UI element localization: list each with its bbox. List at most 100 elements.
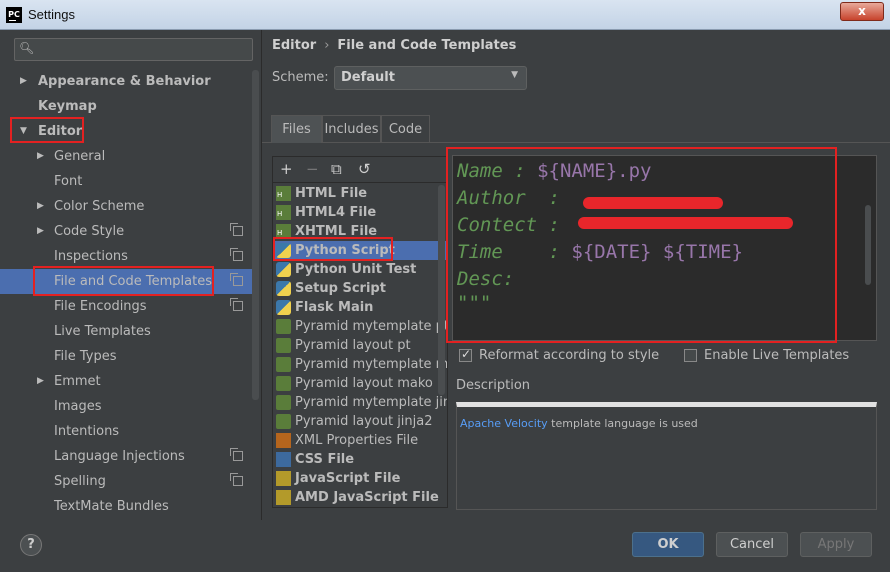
template-name: Pyramid mytemplate mako: [295, 357, 447, 372]
xml-file-icon: [276, 433, 291, 448]
template-list-item[interactable]: Pyramid layout pt: [273, 336, 447, 355]
templates-toolbar: + − ⧉ ↺: [273, 157, 447, 183]
project-scope-icon: [230, 223, 243, 236]
chevron-right-icon[interactable]: ▶: [20, 69, 27, 94]
breadcrumb-parent: Editor: [272, 38, 317, 53]
template-list-item[interactable]: JavaScript File: [273, 469, 447, 488]
sidebar-item-emmet[interactable]: ▶ Emmet: [0, 369, 258, 394]
window-title: Settings: [28, 7, 75, 22]
template-name: HTML4 File: [295, 205, 377, 220]
python-file-icon: [276, 262, 291, 277]
sidebar-item-label: General: [54, 149, 106, 164]
cancel-button[interactable]: Cancel: [716, 532, 788, 557]
pyramid-file-icon: [276, 414, 291, 429]
description-box: Apache Velocity template language is use…: [456, 402, 877, 510]
description-text: Apache Velocity template language is use…: [460, 417, 698, 430]
pyramid-file-icon: [276, 357, 291, 372]
sidebar-item-label: Code Style: [54, 224, 125, 239]
remove-icon[interactable]: −: [306, 160, 319, 178]
project-scope-icon: [230, 248, 243, 261]
sidebar-item-label: Spelling: [54, 474, 106, 489]
description-label: Description: [456, 378, 531, 393]
template-list-item[interactable]: AMD JavaScript File: [273, 488, 447, 507]
sidebar-item-general[interactable]: ▶ General: [0, 144, 258, 169]
search-icon: 🔍︎: [19, 41, 35, 55]
chevron-right-icon[interactable]: ▶: [37, 219, 44, 244]
template-name: Setup Script: [295, 281, 386, 296]
reformat-checkbox[interactable]: ✓: [459, 347, 472, 362]
template-name: AMD JavaScript File: [295, 490, 439, 505]
sidebar-item-spelling[interactable]: Spelling: [0, 469, 258, 494]
project-scope-icon: [230, 473, 243, 486]
template-list-item[interactable]: HTML File: [273, 184, 447, 203]
sidebar-item-file-types[interactable]: File Types: [0, 344, 258, 369]
template-list-item[interactable]: Python Unit Test: [273, 260, 447, 279]
ok-button[interactable]: OK: [632, 532, 704, 557]
templates-list-scrollbar[interactable]: [438, 185, 445, 395]
tab-code[interactable]: Code: [381, 115, 430, 143]
template-name: Pyramid layout mako: [295, 376, 433, 391]
tab-files[interactable]: Files: [271, 115, 322, 143]
breadcrumb-current: File and Code Templates: [337, 38, 517, 53]
sidebar-item-label: Keymap: [38, 99, 97, 114]
template-list-item[interactable]: CSS File: [273, 450, 447, 469]
template-name: Pyramid layout pt: [295, 338, 411, 353]
search-input[interactable]: 🔍︎: [14, 38, 253, 61]
html-file-icon: [276, 205, 291, 222]
templates-list-panel: + − ⧉ ↺ HTML FileHTML4 FileXHTML FilePyt…: [272, 156, 448, 508]
pyramid-file-icon: [276, 319, 291, 334]
template-list-item[interactable]: HTML4 File: [273, 203, 447, 222]
sidebar-item-textmate-bundles[interactable]: TextMate Bundles: [0, 494, 258, 519]
velocity-link[interactable]: Apache Velocity: [460, 417, 548, 430]
highlight-box: [33, 266, 214, 296]
live-templates-checkbox[interactable]: [684, 349, 697, 362]
reset-icon[interactable]: ↺: [358, 160, 371, 178]
help-button[interactable]: ?: [20, 534, 42, 556]
tab-includes[interactable]: Includes: [322, 115, 381, 143]
sidebar-item-images[interactable]: Images: [0, 394, 258, 419]
add-icon[interactable]: +: [280, 160, 293, 178]
close-button[interactable]: x: [840, 2, 884, 21]
sidebar-item-label: Appearance & Behavior: [38, 74, 211, 89]
template-list-item[interactable]: Pyramid mytemplate pt: [273, 317, 447, 336]
css-file-icon: [276, 452, 291, 467]
template-list-item[interactable]: Pyramid layout mako: [273, 374, 447, 393]
highlight-box: [273, 237, 393, 261]
project-scope-icon: [230, 448, 243, 461]
editor-scrollbar[interactable]: [865, 205, 871, 285]
template-list-item[interactable]: Pyramid mytemplate jinja2: [273, 393, 447, 412]
template-list-item[interactable]: Setup Script: [273, 279, 447, 298]
template-list-item[interactable]: Pyramid layout jinja2: [273, 412, 447, 431]
sidebar-item-label: TextMate Bundles: [54, 499, 169, 514]
sidebar-item-label: Images: [54, 399, 102, 414]
sidebar-item-file-encodings[interactable]: File Encodings: [0, 294, 258, 319]
chevron-right-icon[interactable]: ▶: [37, 369, 44, 394]
sidebar-item-code-style[interactable]: ▶ Code Style: [0, 219, 258, 244]
template-name: HTML File: [295, 186, 368, 201]
sidebar-item-live-templates[interactable]: Live Templates: [0, 319, 258, 344]
chevron-right-icon[interactable]: ▶: [37, 144, 44, 169]
sidebar-item-color-scheme[interactable]: ▶ Color Scheme: [0, 194, 258, 219]
sidebar-item-label: Language Injections: [54, 449, 185, 464]
sidebar-item-language-injections[interactable]: Language Injections: [0, 444, 258, 469]
sidebar-item-font[interactable]: Font: [0, 169, 258, 194]
apply-button[interactable]: Apply: [800, 532, 872, 557]
scheme-label: Scheme:: [272, 70, 329, 85]
breadcrumb: Editor › File and Code Templates: [272, 38, 516, 56]
template-list-item[interactable]: XML Properties File: [273, 431, 447, 450]
sidebar-scrollbar[interactable]: [252, 70, 259, 400]
scheme-dropdown[interactable]: Default ▼: [334, 66, 527, 90]
sidebar-item-label: Color Scheme: [54, 199, 145, 214]
template-list-item[interactable]: Flask Main: [273, 298, 447, 317]
sidebar-item-appearance-behavior[interactable]: ▶ Appearance & Behavior: [0, 69, 258, 94]
copy-icon[interactable]: ⧉: [331, 160, 342, 178]
breadcrumb-separator: ›: [324, 38, 330, 53]
sidebar-item-label: File Encodings: [54, 299, 147, 314]
sidebar-item-intentions[interactable]: Intentions: [0, 419, 258, 444]
title-bar: PC Settings x: [0, 0, 890, 30]
pycharm-icon: PC: [6, 7, 22, 23]
template-list-item[interactable]: Pyramid mytemplate mako: [273, 355, 447, 374]
pyramid-file-icon: [276, 395, 291, 410]
sidebar-item-keymap[interactable]: Keymap: [0, 94, 258, 119]
chevron-right-icon[interactable]: ▶: [37, 194, 44, 219]
